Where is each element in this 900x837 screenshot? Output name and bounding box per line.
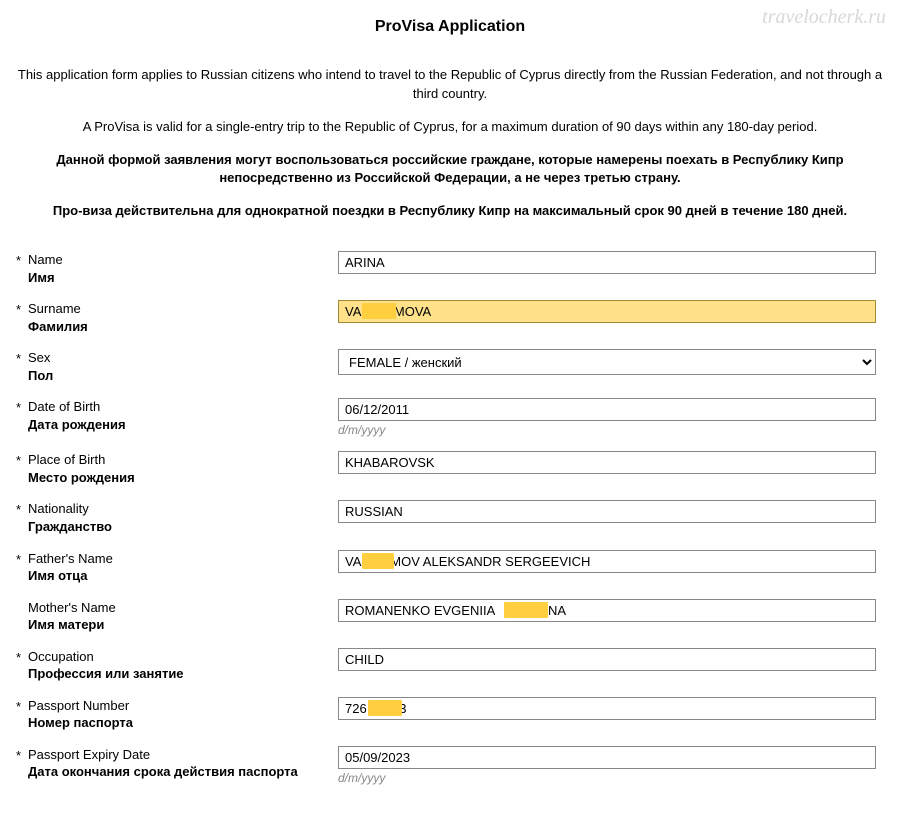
label-dob-en: Date of Birth: [28, 398, 328, 416]
label-sex-en: Sex: [28, 349, 328, 367]
row-mother: Mother's Name Имя матери: [10, 599, 890, 634]
mother-input[interactable]: [338, 599, 876, 622]
required-star: *: [10, 398, 28, 415]
row-surname: * Surname Фамилия: [10, 300, 890, 335]
expiry-hint: d/m/yyyy: [338, 771, 876, 785]
row-nationality: * Nationality Гражданство: [10, 500, 890, 535]
intro-en-1: This application form applies to Russian…: [10, 66, 890, 104]
required-star: *: [10, 451, 28, 468]
surname-input[interactable]: [338, 300, 876, 323]
row-dob: * Date of Birth Дата рождения d/m/yyyy: [10, 398, 890, 437]
application-form: * Name Имя * Surname Фамилия * Sex Пол F…: [10, 251, 890, 785]
page-title: ProVisa Application: [10, 18, 890, 36]
label-father-en: Father's Name: [28, 550, 328, 568]
label-nationality-en: Nationality: [28, 500, 328, 518]
label-nationality-ru: Гражданство: [28, 518, 328, 536]
sex-select[interactable]: FEMALE / женский: [338, 349, 876, 375]
label-expiry-ru: Дата окончания срока действия паспорта: [28, 763, 328, 781]
label-dob-ru: Дата рождения: [28, 416, 328, 434]
required-star: *: [10, 300, 28, 317]
pob-input[interactable]: [338, 451, 876, 474]
required-star: [10, 599, 28, 601]
row-pob: * Place of Birth Место рождения: [10, 451, 890, 486]
label-sex-ru: Пол: [28, 367, 328, 385]
label-name-en: Name: [28, 251, 328, 269]
redaction-block: [368, 700, 402, 716]
required-star: *: [10, 648, 28, 665]
redaction-block: [362, 303, 396, 319]
label-passport-ru: Номер паспорта: [28, 714, 328, 732]
required-star: *: [10, 251, 28, 268]
dob-hint: d/m/yyyy: [338, 423, 876, 437]
name-input[interactable]: [338, 251, 876, 274]
label-mother-ru: Имя матери: [28, 616, 328, 634]
intro-en-2: A ProVisa is valid for a single-entry tr…: [10, 118, 890, 137]
label-expiry-en: Passport Expiry Date: [28, 746, 328, 764]
label-pob-en: Place of Birth: [28, 451, 328, 469]
required-star: *: [10, 746, 28, 763]
required-star: *: [10, 500, 28, 517]
passport-input[interactable]: [338, 697, 876, 720]
redaction-block: [504, 602, 548, 618]
required-star: *: [10, 550, 28, 567]
label-pob-ru: Место рождения: [28, 469, 328, 487]
label-surname-en: Surname: [28, 300, 328, 318]
row-occupation: * Occupation Профессия или занятие: [10, 648, 890, 683]
redaction-block: [362, 553, 394, 569]
intro-ru-1: Данной формой заявления могут воспользов…: [10, 151, 890, 189]
father-input[interactable]: [338, 550, 876, 573]
label-name-ru: Имя: [28, 269, 328, 287]
row-expiry: * Passport Expiry Date Дата окончания ср…: [10, 746, 890, 785]
row-sex: * Sex Пол FEMALE / женский: [10, 349, 890, 384]
label-mother-en: Mother's Name: [28, 599, 328, 617]
occupation-input[interactable]: [338, 648, 876, 671]
label-occupation-en: Occupation: [28, 648, 328, 666]
label-passport-en: Passport Number: [28, 697, 328, 715]
dob-input[interactable]: [338, 398, 876, 421]
row-father: * Father's Name Имя отца: [10, 550, 890, 585]
label-father-ru: Имя отца: [28, 567, 328, 585]
label-occupation-ru: Профессия или занятие: [28, 665, 328, 683]
required-star: *: [10, 697, 28, 714]
intro-ru-2: Про-виза действительна для однократной п…: [10, 202, 890, 221]
row-passport: * Passport Number Номер паспорта: [10, 697, 890, 732]
expiry-input[interactable]: [338, 746, 876, 769]
required-star: *: [10, 349, 28, 366]
watermark-text: travelocherk.ru: [762, 6, 886, 29]
nationality-input[interactable]: [338, 500, 876, 523]
label-surname-ru: Фамилия: [28, 318, 328, 336]
row-name: * Name Имя: [10, 251, 890, 286]
